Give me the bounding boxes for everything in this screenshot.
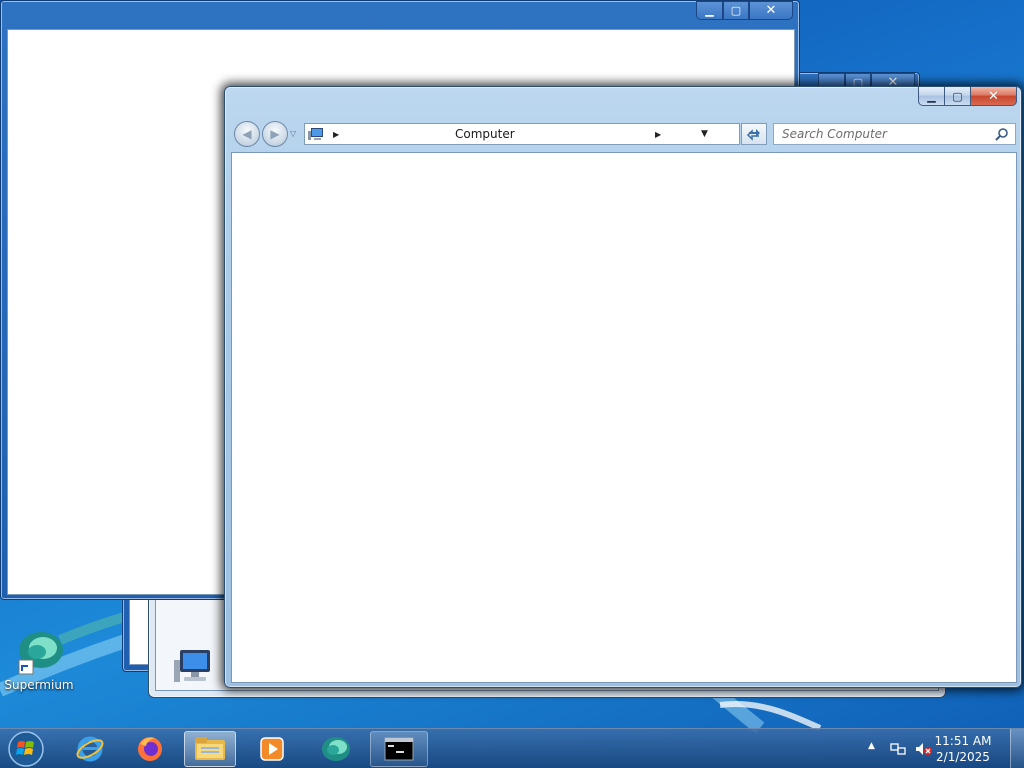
minimize-button[interactable]: ▁ <box>918 87 945 106</box>
taskbar-supermium[interactable] <box>310 731 362 767</box>
bg1-maximize-button[interactable]: ▢ <box>723 1 749 20</box>
supermium-icon <box>322 737 350 761</box>
taskbar-clock[interactable]: 11:51 AM 2/1/2025 <box>928 733 998 765</box>
search-icon <box>995 128 1008 141</box>
desktop-icon-label: Supermium <box>4 678 74 692</box>
breadcrumb-separator-icon[interactable]: ▶ <box>333 130 339 139</box>
taskbar-windows-explorer[interactable] <box>184 731 236 767</box>
refresh-icon <box>746 129 760 141</box>
address-history-dropdown-icon[interactable]: ▼ <box>701 129 708 139</box>
taskbar-media-player[interactable] <box>246 731 298 767</box>
taskbar-command-prompt[interactable] <box>370 731 428 767</box>
network-icon[interactable] <box>890 741 908 760</box>
clock-date: 2/1/2025 <box>936 750 990 764</box>
address-bar[interactable]: ▶ Computer ▶ ▼ <box>304 123 740 145</box>
explorer-content-pane[interactable] <box>231 152 1017 683</box>
breadcrumb-children-arrow-icon[interactable]: ▶ <box>655 130 661 139</box>
maximize-button[interactable]: ▢ <box>945 87 971 106</box>
bg1-minimize-button[interactable]: ▁ <box>696 1 723 20</box>
computer-icon[interactable] <box>174 646 218 684</box>
forward-arrow-icon: ▶ <box>270 127 280 141</box>
refresh-button[interactable] <box>741 123 767 145</box>
folder-icon <box>195 737 225 760</box>
forward-button[interactable]: ▶ <box>262 121 288 147</box>
firefox-icon <box>138 737 162 761</box>
show-hidden-icons-button[interactable]: ▲ <box>868 741 875 751</box>
search-box[interactable]: Search Computer <box>773 123 1016 145</box>
breadcrumb-computer[interactable]: Computer <box>455 127 515 141</box>
close-button[interactable]: ✕ <box>971 87 1017 106</box>
back-button[interactable]: ◀ <box>234 121 260 147</box>
media-player-icon <box>260 737 284 761</box>
internet-explorer-icon <box>76 736 104 762</box>
cmd-icon <box>384 737 414 761</box>
taskbar-firefox[interactable] <box>124 731 176 767</box>
taskbar-internet-explorer[interactable] <box>64 731 116 767</box>
back-arrow-icon: ◀ <box>242 127 252 141</box>
computer-location-icon <box>308 127 324 141</box>
taskbar: ▲ 11:51 AM 2/1/2025 <box>0 728 1024 768</box>
explorer-window[interactable]: ▁ ▢ ✕ ◀ ▶ ▽ ▶ Computer ▶ ▼ Search Comput… <box>224 86 1022 688</box>
clock-time: 11:51 AM <box>934 734 992 748</box>
bg1-close-button[interactable]: ✕ <box>749 1 793 20</box>
recent-pages-dropdown[interactable]: ▽ <box>290 129 300 139</box>
windows-logo-icon <box>8 731 44 767</box>
start-button[interactable] <box>4 731 48 767</box>
supermium-icon <box>18 632 63 675</box>
search-placeholder: Search Computer <box>782 127 887 141</box>
desktop-icon-supermium[interactable]: Supermium <box>4 628 74 698</box>
show-desktop-button[interactable] <box>1010 729 1024 768</box>
